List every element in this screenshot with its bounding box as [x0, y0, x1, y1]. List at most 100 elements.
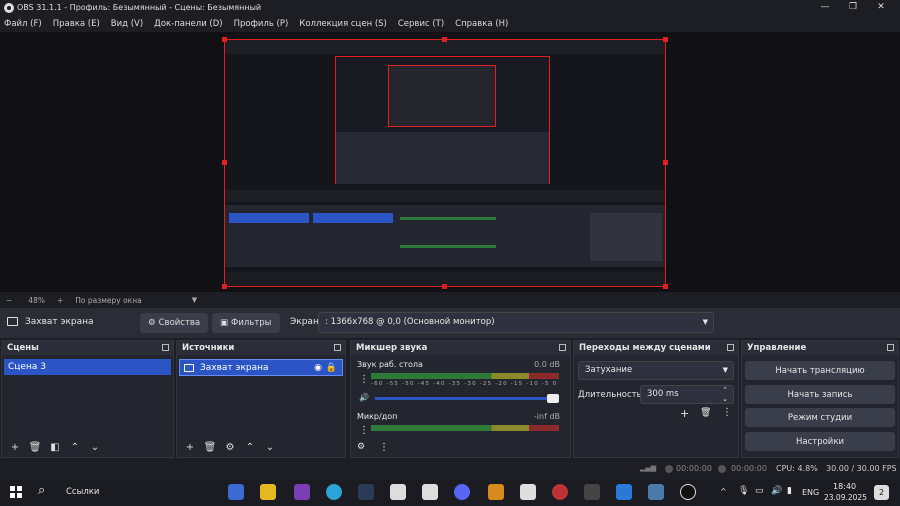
- undock-icon[interactable]: [559, 344, 566, 351]
- slider-handle[interactable]: [547, 394, 559, 403]
- trash-icon[interactable]: 🗑: [200, 442, 220, 453]
- fps-readout: 30.00 / 30.00 FPS: [826, 464, 897, 473]
- document-icon[interactable]: [390, 484, 406, 500]
- undock-icon[interactable]: [162, 344, 169, 351]
- more-vertical-icon[interactable]: ⋮: [359, 425, 369, 436]
- app-icon[interactable]: [648, 484, 664, 500]
- properties-button[interactable]: ⚙ Свойства: [140, 313, 208, 333]
- scenes-title: Сцены: [7, 343, 39, 353]
- menu-profile[interactable]: Профиль (P): [234, 19, 289, 29]
- windows-taskbar: ⌕ Ссылки ^ 🎙 ▭ 🔊 ▮ ENG 18:40 23.09.2025 …: [0, 479, 900, 506]
- filters-button[interactable]: ▣ Фильтры: [212, 313, 280, 333]
- volume-meter: [371, 425, 559, 431]
- zoom-in-button[interactable]: +: [57, 296, 63, 305]
- lock-icon[interactable]: 🔒: [326, 360, 337, 377]
- monitor-icon: [7, 317, 18, 326]
- battery-icon[interactable]: ▮: [787, 486, 792, 496]
- screen-capture-preview[interactable]: [224, 39, 666, 287]
- zoom-mode[interactable]: По размеру окна: [75, 296, 141, 305]
- menu-scene-collection[interactable]: Коллекция сцен (S): [299, 19, 387, 29]
- title-bar: OBS 31.1.1 - Профиль: Безымянный - Сцены…: [0, 0, 900, 15]
- clock-date[interactable]: 23.09.2025: [824, 493, 867, 502]
- resize-handle[interactable]: [663, 284, 668, 289]
- maximize-button[interactable]: ❐: [838, 0, 868, 15]
- resize-handle[interactable]: [442, 37, 447, 42]
- start-recording-button[interactable]: Начать запись: [745, 385, 895, 404]
- menu-view[interactable]: Вид (V): [111, 19, 143, 29]
- add-icon[interactable]: +: [5, 442, 25, 453]
- store-icon[interactable]: [228, 484, 244, 500]
- resize-handle[interactable]: [663, 160, 668, 165]
- more-vertical-icon[interactable]: ⋮: [722, 407, 732, 418]
- chevron-up-icon[interactable]: ⌃: [65, 442, 85, 453]
- windows-start-icon[interactable]: [10, 486, 22, 498]
- duration-field[interactable]: 300 ms ⌃ ⌄: [640, 385, 734, 404]
- add-icon[interactable]: +: [180, 442, 200, 453]
- speaker-icon[interactable]: 🔊: [359, 393, 369, 402]
- resize-handle[interactable]: [663, 37, 668, 42]
- undock-icon[interactable]: [334, 344, 341, 351]
- undock-icon[interactable]: [727, 344, 734, 351]
- mic-icon[interactable]: 🎙: [738, 486, 749, 496]
- document-icon[interactable]: [520, 484, 536, 500]
- add-icon[interactable]: +: [680, 407, 689, 420]
- trash-icon[interactable]: 🗑: [700, 408, 711, 418]
- taskbar-search-text[interactable]: Ссылки: [66, 487, 99, 497]
- nested-titlebar: [225, 40, 665, 54]
- document-icon[interactable]: [422, 484, 438, 500]
- start-streaming-button[interactable]: Начать трансляцию: [745, 361, 895, 380]
- app-icon[interactable]: [584, 484, 600, 500]
- chevron-down-icon[interactable]: ⌄: [85, 442, 105, 453]
- nested-docks: [225, 205, 665, 267]
- menu-help[interactable]: Справка (H): [455, 19, 508, 29]
- chevron-down-icon[interactable]: ⌄: [260, 442, 280, 453]
- discord-icon[interactable]: [454, 484, 470, 500]
- source-item[interactable]: Захват экрана ◉ 🔒: [179, 359, 343, 376]
- download-icon[interactable]: [616, 484, 632, 500]
- folder-icon[interactable]: [260, 484, 276, 500]
- undock-icon[interactable]: [887, 344, 894, 351]
- chevron-down-icon[interactable]: ▼: [192, 296, 197, 304]
- notification-badge[interactable]: 2: [874, 485, 889, 500]
- chevron-up-icon[interactable]: ⌃: [240, 442, 260, 453]
- search-icon[interactable]: ⌕: [38, 483, 45, 498]
- volume-slider[interactable]: [375, 394, 559, 403]
- more-vertical-icon[interactable]: ⋮: [379, 442, 389, 453]
- more-vertical-icon[interactable]: ⋮: [359, 374, 369, 385]
- resize-handle[interactable]: [442, 284, 447, 289]
- resize-handle[interactable]: [222, 284, 227, 289]
- minimize-button[interactable]: —: [810, 0, 840, 15]
- controls-dock: Управление Начать трансляцию Начать запи…: [741, 340, 899, 458]
- menu-docks[interactable]: Док-панели (D): [154, 19, 222, 29]
- trash-icon[interactable]: 🗑: [25, 442, 45, 453]
- eye-icon[interactable]: ◉: [314, 360, 322, 377]
- gear-icon[interactable]: ⚙: [220, 442, 240, 453]
- language-indicator[interactable]: ENG: [802, 488, 819, 497]
- settings-button[interactable]: Настройки: [745, 432, 895, 451]
- menu-tools[interactable]: Сервис (T): [398, 19, 444, 29]
- volume-icon[interactable]: 🔊: [771, 486, 782, 496]
- clock-time[interactable]: 18:40: [833, 482, 856, 491]
- scene-item[interactable]: Сцена 3: [4, 359, 171, 375]
- chevron-down-icon[interactable]: ⌄: [722, 391, 728, 408]
- resize-handle[interactable]: [222, 37, 227, 42]
- display-label: Экран: [290, 317, 319, 327]
- app-icon[interactable]: [552, 484, 568, 500]
- menu-file[interactable]: Файл (F): [4, 19, 42, 29]
- studio-mode-button[interactable]: Режим студии: [745, 408, 895, 427]
- resize-handle[interactable]: [222, 160, 227, 165]
- menu-edit[interactable]: Правка (E): [53, 19, 100, 29]
- display-select[interactable]: : 1366x768 @ 0,0 (Основной монитор) ▼: [318, 312, 714, 333]
- obs-icon[interactable]: [680, 484, 696, 500]
- gear-icon[interactable]: ⚙: [357, 442, 365, 452]
- telegram-icon[interactable]: [326, 484, 342, 500]
- network-icon[interactable]: ▭: [755, 486, 764, 496]
- transition-select[interactable]: Затухание ▼: [578, 361, 734, 380]
- close-button[interactable]: ✕: [866, 0, 896, 15]
- scene-filter-icon[interactable]: ◧: [45, 442, 65, 453]
- chevron-up-icon[interactable]: ^: [720, 487, 727, 496]
- app-icon[interactable]: [294, 484, 310, 500]
- zoom-out-button[interactable]: −: [6, 296, 12, 305]
- app-icon[interactable]: [488, 484, 504, 500]
- steam-icon[interactable]: [358, 484, 374, 500]
